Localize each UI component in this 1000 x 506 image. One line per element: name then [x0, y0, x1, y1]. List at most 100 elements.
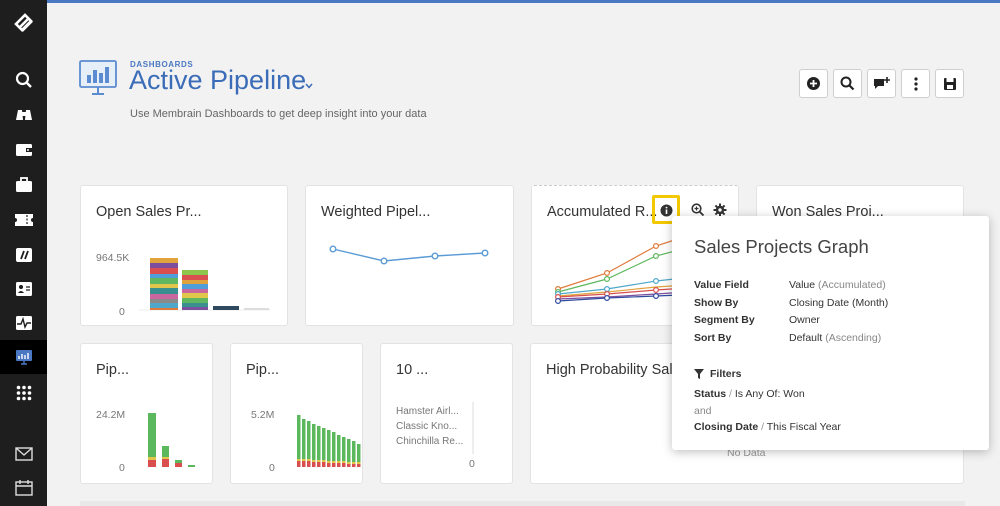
bar-segment — [312, 460, 316, 462]
info-key: Show By — [694, 297, 739, 309]
filter-join: and — [694, 405, 712, 417]
bar-segment — [362, 462, 363, 464]
search-icon — [840, 76, 855, 91]
add-comment-icon — [874, 77, 890, 89]
bar-1 — [150, 258, 178, 310]
search-icon[interactable] — [0, 63, 47, 97]
apps-grid-icon[interactable] — [0, 376, 47, 410]
widget-info-popover: Sales Projects Graph Value Field Value (… — [672, 216, 989, 450]
zoom-in-icon — [691, 203, 705, 217]
dashboard-header-icon — [79, 60, 117, 101]
bar-segment — [357, 444, 361, 462]
binoculars-icon[interactable] — [0, 98, 47, 132]
widget-top-ten[interactable]: 10 ... Hamster Airl... Classic Kno... Ch… — [380, 343, 513, 484]
info-value: Value (Accumulated) — [789, 279, 886, 291]
bar-segment — [337, 461, 341, 463]
line-chart — [329, 245, 489, 265]
dashboard-icon[interactable] — [0, 340, 47, 374]
bar-segment — [342, 463, 346, 467]
bar-segment — [352, 462, 356, 464]
bar-2 — [182, 270, 208, 310]
bar-segment — [347, 462, 351, 464]
info-key: Sort By — [694, 332, 732, 344]
bar-segment — [347, 439, 351, 462]
add-icon — [807, 77, 820, 90]
bar-segment — [362, 446, 363, 462]
info-value: Owner — [789, 314, 820, 326]
bar-segment — [297, 459, 301, 461]
sidebar — [0, 0, 47, 506]
bar-segment — [312, 424, 316, 460]
bar-segment — [342, 437, 346, 461]
more-options-button[interactable] — [901, 69, 930, 98]
bar-segment — [352, 464, 356, 467]
filter-icon — [694, 369, 704, 379]
bar-segment — [322, 462, 326, 467]
stacked-bar-chart — [297, 415, 363, 467]
bar-segment — [337, 435, 341, 461]
mail-icon[interactable] — [0, 437, 47, 471]
bar-4 — [244, 308, 269, 310]
bar-segment — [327, 463, 331, 467]
briefcase-icon[interactable] — [0, 168, 47, 202]
contact-card-icon[interactable] — [0, 272, 47, 306]
bar-segment — [337, 463, 341, 467]
bar-segment — [317, 426, 321, 460]
stacked-bar-chart — [148, 413, 195, 467]
search-button[interactable] — [833, 69, 862, 98]
slash-tag-icon[interactable] — [0, 238, 47, 272]
ticket-icon[interactable] — [0, 203, 47, 237]
wallet-icon[interactable] — [0, 133, 47, 167]
stacked-bar-chart — [139, 258, 271, 311]
bar-segment — [302, 461, 306, 467]
popover-title: Sales Projects Graph — [694, 236, 869, 257]
filter-closing-date: Closing Date / This Fiscal Year — [694, 421, 841, 433]
bar-segment — [302, 459, 306, 461]
gear-icon — [713, 203, 727, 217]
widget-weighted-pipeline[interactable]: Weighted Pipel... — [305, 185, 514, 326]
bar-segment — [332, 432, 336, 461]
calendar-icon[interactable] — [0, 471, 47, 505]
add-comment-button[interactable] — [867, 69, 896, 98]
bar-segment — [297, 461, 301, 467]
bar-segment — [327, 461, 331, 463]
bar-segment — [322, 460, 326, 462]
bar-segment — [322, 428, 326, 460]
widget-pipeline-2[interactable]: Pip... 5.2M 0 — [230, 343, 363, 484]
page-subtitle: Use Membrain Dashboards to get deep insi… — [130, 108, 427, 120]
activity-icon[interactable] — [0, 306, 47, 340]
bar-segment — [352, 441, 356, 462]
info-value: Closing Date (Month) — [789, 297, 889, 309]
bar-segment — [332, 463, 336, 467]
bar-segment — [317, 460, 321, 462]
bar-segment — [312, 462, 316, 467]
chevron-down-icon[interactable] — [305, 76, 313, 94]
info-key: Value Field — [694, 279, 749, 291]
bar-segment — [357, 464, 361, 467]
filter-status: Status / Is Any Of: Won — [694, 388, 805, 400]
widget-open-sales[interactable]: Open Sales Pr... 964.5K 0 — [80, 185, 288, 326]
add-button[interactable] — [799, 69, 828, 98]
info-value: Default (Ascending) — [789, 332, 882, 344]
main-content: DASHBOARDS Active Pipeline Use Membrain … — [47, 3, 1000, 506]
bar-chart-axis — [472, 402, 474, 454]
more-vertical-icon — [913, 76, 918, 91]
bar-segment — [342, 461, 346, 463]
next-row-strip — [80, 501, 965, 506]
bar-segment — [307, 421, 311, 459]
bar-segment — [362, 464, 363, 467]
save-icon — [943, 77, 956, 90]
bar-segment — [302, 419, 306, 459]
bar-segment — [357, 462, 361, 464]
bar-segment — [332, 461, 336, 463]
logo-icon[interactable] — [0, 6, 47, 40]
bar-segment — [347, 464, 351, 467]
bar-3 — [213, 306, 239, 310]
bar-segment — [307, 461, 311, 467]
info-key: Segment By — [694, 314, 755, 326]
save-button[interactable] — [935, 69, 964, 98]
filters-heading: Filters — [694, 368, 742, 380]
widget-title: High Probability Sales — [546, 362, 688, 378]
widget-pipeline-1[interactable]: Pip... 24.2M 0 — [80, 343, 213, 484]
page-title[interactable]: Active Pipeline — [129, 65, 306, 96]
